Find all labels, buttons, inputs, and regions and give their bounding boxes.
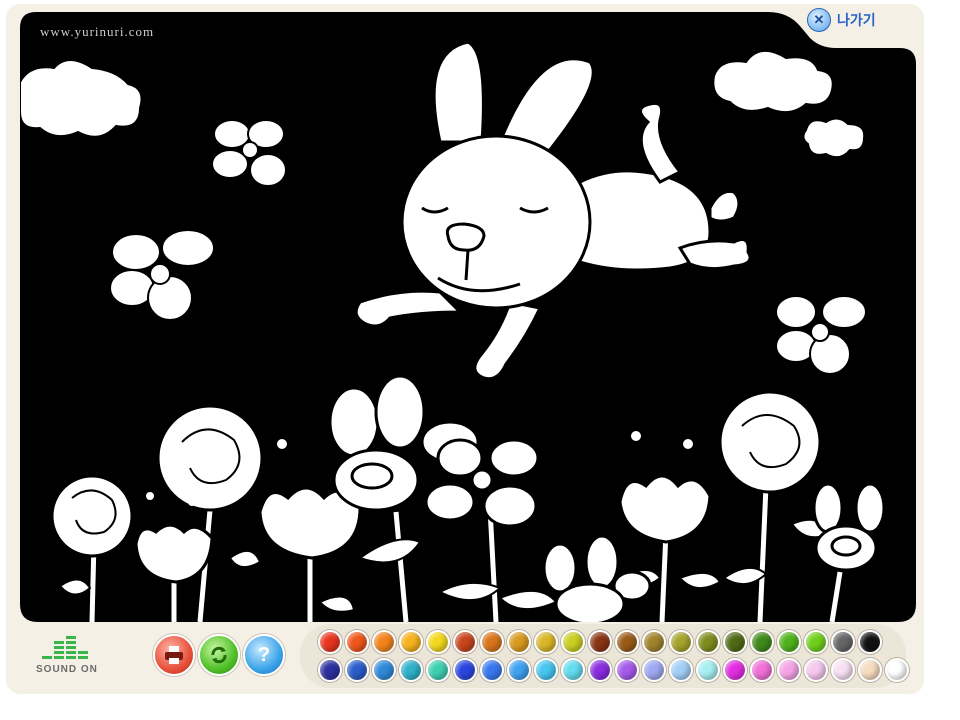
color-swatch[interactable] [561, 658, 585, 682]
color-swatch[interactable] [642, 658, 666, 682]
rose-3 [718, 390, 822, 494]
color-swatch[interactable] [777, 658, 801, 682]
color-swatch[interactable] [777, 630, 801, 654]
color-swatch[interactable] [507, 658, 531, 682]
color-swatch[interactable] [318, 658, 342, 682]
color-swatch[interactable] [858, 630, 882, 654]
color-swatch[interactable] [804, 658, 828, 682]
color-swatch[interactable] [480, 658, 504, 682]
exit-button[interactable]: ✕ 나가기 [807, 8, 876, 32]
color-swatch[interactable] [507, 630, 531, 654]
color-swatch[interactable] [372, 658, 396, 682]
equalizer-icon [42, 636, 88, 659]
toolbar: ? [140, 620, 288, 688]
rose-2 [156, 404, 264, 512]
color-swatch[interactable] [372, 630, 396, 654]
color-swatch[interactable] [399, 658, 423, 682]
color-swatch[interactable] [399, 630, 423, 654]
color-swatch[interactable] [453, 658, 477, 682]
color-swatch[interactable] [696, 630, 720, 654]
printer-icon [165, 646, 183, 664]
color-swatch[interactable] [588, 658, 612, 682]
color-swatch[interactable] [669, 658, 693, 682]
color-swatch[interactable] [615, 630, 639, 654]
sound-label: SOUND ON [36, 664, 98, 675]
color-swatch[interactable] [642, 630, 666, 654]
color-swatch[interactable] [750, 658, 774, 682]
site-url: www.yurinuri.com [40, 24, 155, 39]
color-swatch[interactable] [345, 658, 369, 682]
palette-row-2 [318, 658, 909, 682]
color-swatch[interactable] [426, 658, 450, 682]
color-swatch[interactable] [723, 658, 747, 682]
palette-row-1 [318, 630, 882, 654]
color-swatch[interactable] [345, 630, 369, 654]
refresh-button[interactable] [198, 634, 240, 676]
color-swatch[interactable] [831, 658, 855, 682]
color-swatch[interactable] [885, 658, 909, 682]
color-swatch[interactable] [318, 630, 342, 654]
color-swatch[interactable] [588, 630, 612, 654]
close-x-icon: ✕ [807, 8, 831, 32]
color-swatch[interactable] [831, 630, 855, 654]
refresh-icon [211, 646, 227, 664]
rose-1 [50, 474, 134, 558]
color-swatch[interactable] [858, 658, 882, 682]
color-palette [300, 624, 909, 688]
color-swatch[interactable] [561, 630, 585, 654]
color-swatch[interactable] [669, 630, 693, 654]
coloring-canvas[interactable] [20, 12, 916, 622]
print-button[interactable] [153, 634, 195, 676]
color-swatch[interactable] [723, 630, 747, 654]
color-swatch[interactable] [696, 658, 720, 682]
color-swatch[interactable] [615, 658, 639, 682]
sound-toggle[interactable]: SOUND ON [34, 628, 104, 678]
color-swatch[interactable] [534, 658, 558, 682]
color-swatch[interactable] [804, 630, 828, 654]
color-swatch[interactable] [453, 630, 477, 654]
exit-label: 나가기 [837, 12, 876, 28]
help-button[interactable]: ? [243, 634, 285, 676]
color-swatch[interactable] [480, 630, 504, 654]
color-swatch[interactable] [534, 630, 558, 654]
color-swatch[interactable] [750, 630, 774, 654]
color-swatch[interactable] [426, 630, 450, 654]
